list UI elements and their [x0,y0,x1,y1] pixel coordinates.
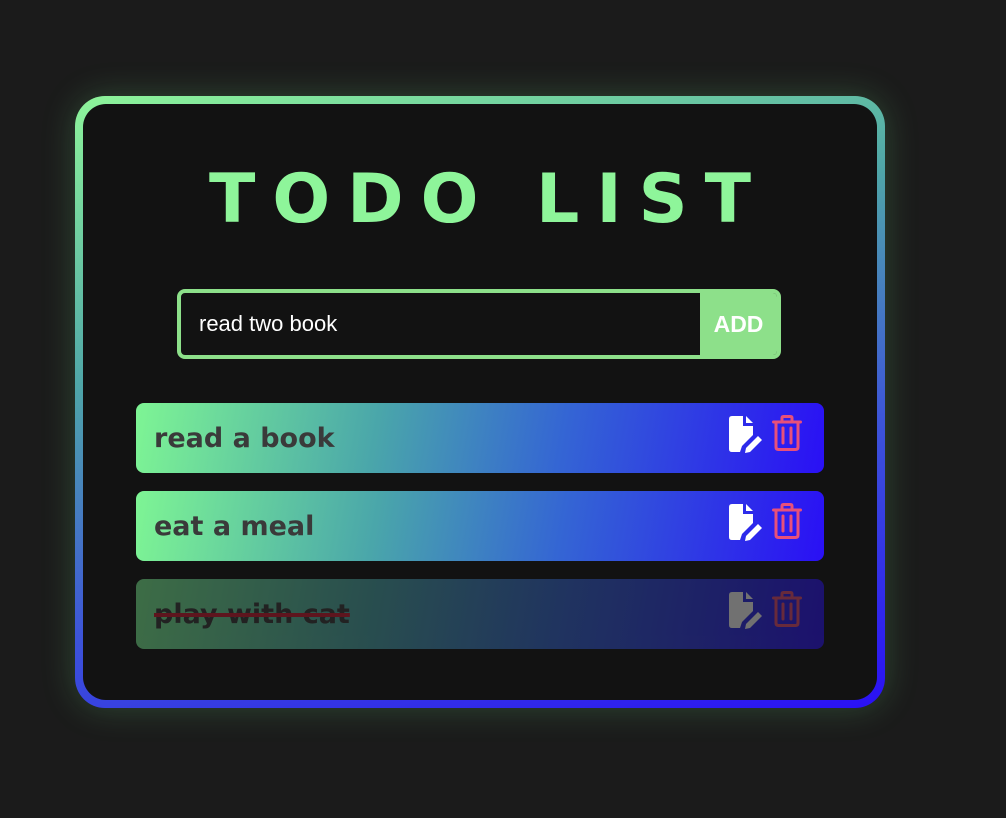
todo-item-text: read a book [154,422,335,454]
edit-icon[interactable] [728,591,762,629]
todo-app-frame: TODO LIST ADD read a book [75,96,885,708]
trash-icon[interactable] [772,503,802,541]
todo-input[interactable] [181,293,700,355]
todo-item-actions [728,591,802,629]
todo-item: eat a meal [136,491,824,561]
todo-item-actions [728,503,802,541]
page-title: TODO LIST [208,160,769,239]
todo-item-actions [728,415,802,453]
todo-item-completed: play with cat [136,579,824,649]
trash-icon[interactable] [772,415,802,453]
edit-icon[interactable] [728,503,762,541]
add-button[interactable]: ADD [700,293,777,355]
todo-item-text: play with cat [154,598,350,630]
trash-icon[interactable] [772,591,802,629]
todo-item: read a book [136,403,824,473]
todo-list: read a book eat a meal play with cat [136,403,824,667]
todo-form: ADD [177,289,781,359]
todo-item-text: eat a meal [154,510,315,542]
edit-icon[interactable] [728,415,762,453]
todo-card: TODO LIST ADD read a book [83,104,877,700]
